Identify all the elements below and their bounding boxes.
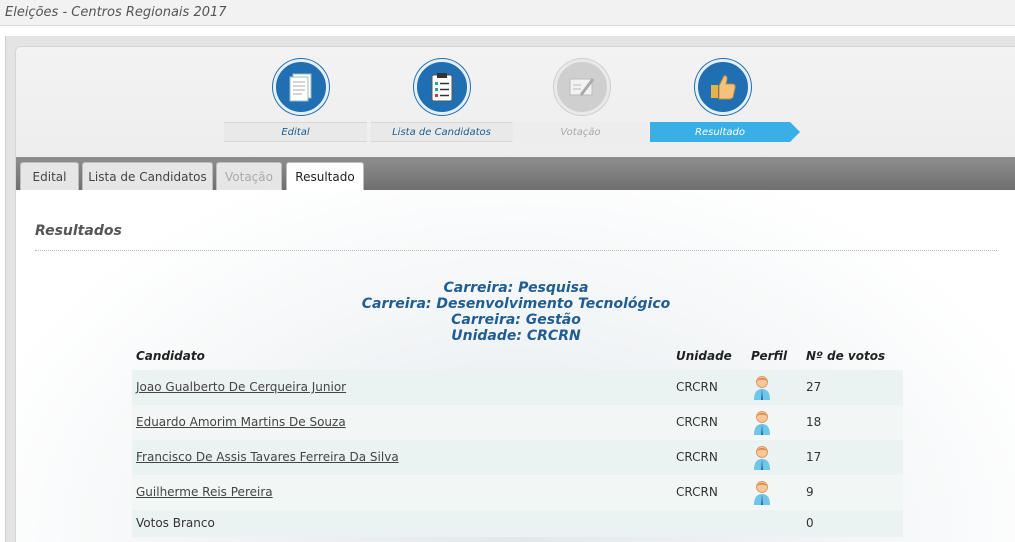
document-icon bbox=[289, 73, 312, 102]
candidate-votos: 27 bbox=[806, 380, 822, 394]
heading-carreira-gestao: Carreira: Gestão bbox=[451, 312, 581, 328]
candidate-votos: 17 bbox=[806, 450, 822, 464]
step-votacao-bar: Votação bbox=[513, 122, 648, 142]
window-title: Eleições - Centros Regionais 2017 bbox=[5, 5, 227, 20]
step-resultado-bar[interactable]: Resultado bbox=[650, 122, 790, 142]
candidate-name-link[interactable]: Joao Gualberto De Cerqueira Junior bbox=[136, 370, 346, 405]
clipboard-list-icon bbox=[431, 73, 453, 102]
table-row: Votos Branco 0 bbox=[132, 510, 903, 537]
heading-unidade: Unidade: CRCRN bbox=[451, 328, 581, 344]
tab-lista-candidatos[interactable]: Lista de Candidatos bbox=[82, 162, 213, 190]
candidate-unidade: CRCRN bbox=[676, 415, 718, 429]
person-avatar-icon[interactable] bbox=[752, 410, 772, 436]
heading-carreira-desenvolvimento: Carreira: Desenvolvimento Tecnológico bbox=[361, 296, 671, 312]
table-row: Eduardo Amorim Martins De Souza CRCRN 18 bbox=[132, 405, 903, 440]
tab-edital[interactable]: Edital bbox=[20, 162, 79, 190]
step-votacao-label: Votação bbox=[560, 126, 601, 138]
step-resultado-icon[interactable] bbox=[695, 59, 751, 115]
candidate-name-link[interactable]: Eduardo Amorim Martins De Souza bbox=[136, 405, 346, 440]
step-edital-icon[interactable] bbox=[273, 59, 329, 115]
step-edital-bar[interactable]: Edital bbox=[224, 122, 367, 142]
blank-votes-label: Votos Branco bbox=[136, 516, 215, 530]
candidate-votos: 18 bbox=[806, 415, 822, 429]
column-header-perfil: Perfil bbox=[751, 349, 788, 363]
table-row: Francisco De Assis Tavares Ferreira Da S… bbox=[132, 440, 903, 475]
candidate-unidade: CRCRN bbox=[676, 485, 718, 499]
person-avatar-icon[interactable] bbox=[752, 480, 772, 506]
step-resultado-arrow bbox=[790, 122, 800, 142]
step-lista-bar[interactable]: Lista de Candidatos bbox=[371, 122, 512, 142]
column-header-votos: Nº de votos bbox=[806, 349, 886, 363]
candidate-votos: 9 bbox=[806, 485, 814, 499]
ballot-icon bbox=[569, 78, 595, 96]
tab-votacao-label: Votação bbox=[225, 169, 273, 184]
table-row: Guilherme Reis Pereira CRCRN 9 bbox=[132, 475, 903, 510]
person-avatar-icon[interactable] bbox=[752, 445, 772, 471]
window-title-bar: Eleições - Centros Regionais 2017 bbox=[0, 0, 1015, 26]
section-title: Resultados bbox=[35, 223, 122, 239]
person-avatar-icon[interactable] bbox=[752, 375, 772, 401]
thumbs-up-icon bbox=[711, 75, 736, 100]
step-votacao-icon bbox=[554, 59, 610, 115]
step-edital-label: Edital bbox=[281, 126, 310, 138]
column-header-candidato: Candidato bbox=[136, 349, 205, 363]
section-divider bbox=[35, 250, 997, 251]
blank-votes-count: 0 bbox=[806, 516, 814, 530]
candidate-name-link[interactable]: Francisco De Assis Tavares Ferreira Da S… bbox=[136, 440, 399, 475]
main-panel: Edital Lista de Candidatos Votação Resul… bbox=[15, 46, 1015, 542]
step-lista-icon[interactable] bbox=[414, 59, 470, 115]
heading-carreira-pesquisa: Carreira: Pesquisa bbox=[443, 280, 589, 296]
step-resultado-label: Resultado bbox=[695, 126, 745, 138]
tab-votacao: Votação bbox=[216, 162, 282, 190]
tab-edital-label: Edital bbox=[32, 169, 67, 184]
table-row: Joao Gualberto De Cerqueira Junior CRCRN… bbox=[132, 370, 903, 405]
tab-resultado-label: Resultado bbox=[295, 170, 355, 184]
step-lista-label: Lista de Candidatos bbox=[392, 126, 491, 138]
column-header-unidade: Unidade bbox=[676, 349, 732, 363]
tab-lista-candidatos-label: Lista de Candidatos bbox=[88, 169, 207, 184]
candidate-unidade: CRCRN bbox=[676, 450, 718, 464]
candidate-name-link[interactable]: Guilherme Reis Pereira bbox=[136, 475, 273, 510]
tab-resultado[interactable]: Resultado bbox=[286, 162, 364, 191]
candidate-unidade: CRCRN bbox=[676, 380, 718, 394]
